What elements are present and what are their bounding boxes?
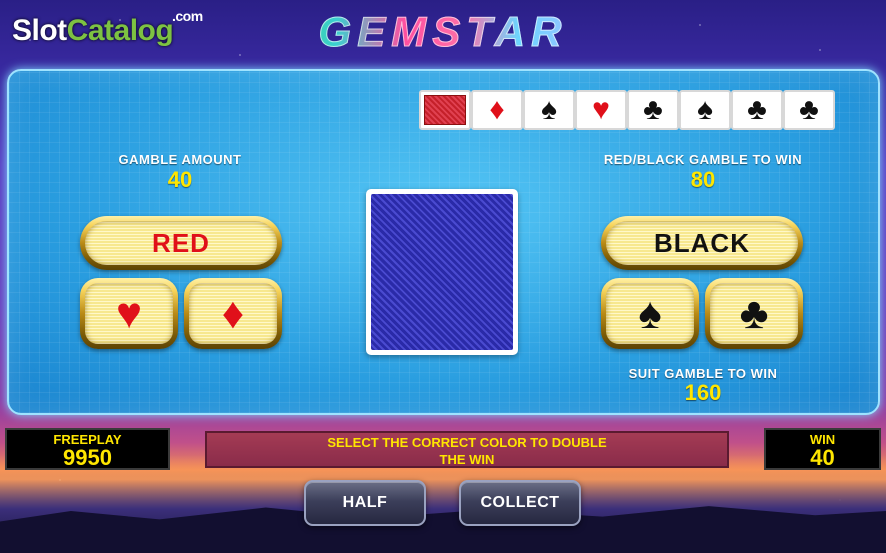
spade-icon: ♠ — [606, 283, 694, 344]
history-card-club: ♣ — [783, 90, 835, 130]
suit-gamble-value: 160 — [684, 380, 722, 405]
history-card-spade: ♠ — [523, 90, 575, 130]
history-card-club: ♣ — [627, 90, 679, 130]
black-button-label: BLACK — [606, 221, 798, 265]
gamble-amount-value: 40 — [167, 167, 193, 192]
suit-gamble-label: SUIT GAMBLE TO WIN — [628, 366, 778, 381]
heart-icon: ♥ — [85, 283, 173, 344]
diamond-icon: ♦ — [189, 283, 277, 344]
red-button[interactable]: RED — [80, 216, 282, 270]
red-black-win-value: 80 — [690, 167, 716, 192]
watermark-slot: Slot — [12, 14, 67, 47]
black-button[interactable]: BLACK — [601, 216, 803, 270]
card-back-pattern — [371, 194, 513, 350]
watermark-logo: SlotCatalog .com — [12, 8, 203, 48]
watermark-catalog: Catalog — [66, 14, 174, 47]
collect-button[interactable]: COLLECT — [459, 480, 581, 526]
half-button[interactable]: HALF — [304, 480, 426, 526]
history-card-diamond: ♦ — [471, 90, 523, 130]
game-logo: GEMSTAR — [252, 8, 634, 56]
history-card-heart: ♥ — [575, 90, 627, 130]
history-card-back — [419, 90, 471, 130]
message-line-1: SELECT THE CORRECT COLOR TO DOUBLE — [327, 435, 607, 450]
face-down-card — [366, 189, 518, 355]
message-bar: SELECT THE CORRECT COLOR TO DOUBLE THE W… — [205, 431, 729, 468]
heart-button[interactable]: ♥ — [80, 278, 178, 349]
red-black-win-label: RED/BLACK GAMBLE TO WIN — [603, 152, 803, 167]
diamond-button[interactable]: ♦ — [184, 278, 282, 349]
history-card-spade: ♠ — [679, 90, 731, 130]
spade-button[interactable]: ♠ — [601, 278, 699, 349]
freeplay-value: 9950 — [63, 445, 112, 470]
club-button[interactable]: ♣ — [705, 278, 803, 349]
history-card-club: ♣ — [731, 90, 783, 130]
watermark-com: .com — [172, 8, 203, 24]
freeplay-box: FREEPLAY 9950 — [5, 428, 170, 470]
message-line-2: THE WIN — [439, 452, 495, 467]
club-icon: ♣ — [710, 283, 798, 344]
gamble-amount-label: GAMBLE AMOUNT — [118, 152, 242, 167]
win-box: WIN 40 — [764, 428, 881, 470]
win-value: 40 — [810, 445, 835, 470]
card-history: ♦ ♠ ♥ ♣ ♠ ♣ ♣ — [419, 90, 835, 130]
red-button-label: RED — [85, 221, 277, 265]
